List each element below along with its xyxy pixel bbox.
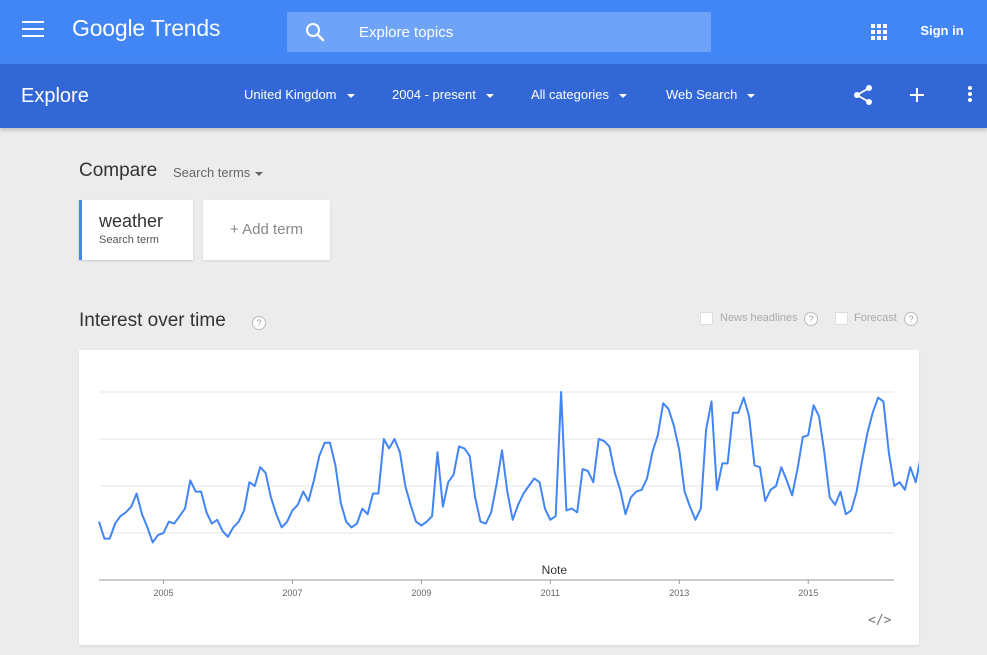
explore-toolbar: Explore United Kingdom 2004 - present Al…: [0, 64, 987, 128]
term-type: Search term: [99, 234, 159, 246]
search-type-filter[interactable]: Web Search: [666, 87, 756, 102]
region-filter-label: United Kingdom: [244, 87, 337, 102]
logo-trends: Trends: [150, 15, 221, 41]
interest-chart-card: 2005 2007 2009 2011 2013 2015 Note </>: [79, 350, 919, 645]
forecast-checkbox[interactable]: [835, 312, 848, 325]
term-card-weather[interactable]: weather Search term: [79, 200, 193, 260]
compare-type-dropdown[interactable]: Search terms: [173, 165, 264, 180]
category-filter[interactable]: All categories: [531, 87, 628, 102]
news-headlines-checkbox[interactable]: [700, 312, 713, 325]
x-tick-label: 2005: [153, 588, 173, 598]
add-term-button[interactable]: + Add term: [203, 200, 330, 260]
sign-in-button[interactable]: Sign in: [910, 16, 974, 46]
logo-google: Google: [72, 15, 145, 41]
search-icon[interactable]: [305, 22, 325, 42]
forecast-help-icon[interactable]: ?: [904, 312, 918, 326]
help-icon[interactable]: ?: [252, 316, 266, 330]
region-filter[interactable]: United Kingdom: [244, 87, 355, 102]
series-line-weather: [98, 391, 919, 544]
explore-title: Explore: [21, 85, 89, 107]
category-filter-label: All categories: [531, 87, 610, 102]
term-name: weather: [99, 211, 164, 231]
interest-over-time-chart[interactable]: 2005 2007 2009 2011 2013 2015 Note: [79, 350, 919, 610]
news-headlines-label: News headlines: [720, 312, 798, 324]
compare-title: Compare: [79, 160, 158, 181]
caret-down-icon: [619, 93, 628, 98]
caret-down-icon: [255, 171, 264, 176]
x-tick-label: 2011: [541, 588, 560, 598]
time-range-filter-label: 2004 - present: [392, 87, 476, 102]
x-tick-label: 2007: [282, 588, 302, 598]
caret-down-icon: [747, 93, 756, 98]
news-headlines-help-icon[interactable]: ?: [804, 312, 818, 326]
embed-code-icon[interactable]: </>: [868, 613, 891, 628]
x-tick-label: 2013: [669, 588, 689, 598]
interest-over-time-title: Interest over time: [79, 310, 226, 331]
share-icon[interactable]: [852, 84, 874, 106]
hamburger-menu-icon[interactable]: [22, 21, 44, 39]
google-trends-logo[interactable]: Google Trends: [72, 15, 220, 42]
search-type-filter-label: Web Search: [666, 87, 738, 102]
note-annotation: Note: [542, 563, 568, 577]
x-tick-label: 2015: [798, 588, 818, 598]
time-range-filter[interactable]: 2004 - present: [392, 87, 494, 102]
top-app-bar: Google Trends Sign in: [0, 0, 987, 64]
forecast-label: Forecast: [854, 312, 897, 324]
plus-icon[interactable]: [908, 86, 926, 104]
search-box[interactable]: [287, 12, 711, 52]
caret-down-icon: [346, 93, 355, 98]
compare-type-label: Search terms: [173, 165, 251, 180]
caret-down-icon: [485, 93, 494, 98]
apps-grid-icon[interactable]: [871, 24, 887, 40]
more-vert-icon[interactable]: [968, 86, 974, 106]
x-tick-label: 2009: [411, 588, 431, 598]
search-input[interactable]: [359, 12, 699, 52]
